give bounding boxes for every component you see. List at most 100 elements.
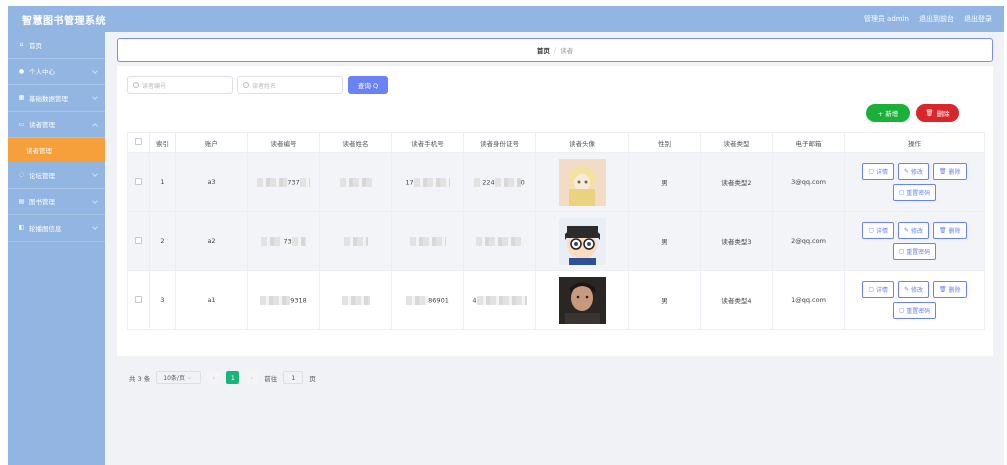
input-placeholder: 读者姓名	[252, 82, 277, 90]
cell-index: 2	[149, 211, 176, 271]
prev-page-button[interactable]: ‹	[207, 371, 221, 384]
delete-button[interactable]: 🗑 删除	[933, 163, 967, 180]
doc-icon: ▢	[898, 248, 905, 255]
avatar	[558, 158, 606, 206]
detail-button[interactable]: ▢ 详情	[862, 222, 895, 239]
col-header: 读者类型	[700, 132, 773, 153]
col-header: 读者编号	[247, 132, 320, 153]
cell-id-card: 4	[463, 270, 536, 330]
chevron-down-icon	[92, 171, 98, 177]
row-checkbox[interactable]	[127, 211, 150, 271]
cell-reader-name	[319, 270, 392, 330]
sidebar-item-forum[interactable]: ◌ 论坛管理	[8, 162, 105, 189]
sidebar-subitem-reader-manage[interactable]: 读者管理	[8, 138, 105, 162]
detail-button[interactable]: ▢ 详情	[862, 281, 895, 298]
goto-page-input[interactable]: 1	[283, 371, 304, 384]
breadcrumb: 首页 / 读者	[117, 38, 993, 62]
table-header-row: 索引 账户 读者编号 读者姓名 读者手机号 读者身份证号 读者头像 性别 读者类…	[127, 132, 985, 153]
page-size-select[interactable]: 10条/页 ⌄	[156, 371, 202, 384]
delete-button[interactable]: 🗑 删除	[933, 222, 967, 239]
sidebar-item-books[interactable]: ▤ 图书管理	[8, 189, 105, 215]
cell-ops: ▢ 详情 ✎ 修改 🗑 删除 ▢ 重置密码	[844, 270, 985, 330]
book-icon: ▤	[18, 197, 25, 205]
pencil-icon: ✎	[904, 227, 910, 234]
reset-password-button[interactable]: ▢ 重置密码	[892, 243, 937, 260]
sidebar-item-basic-data[interactable]: ▦ 基础数据管理	[8, 85, 105, 112]
select-all-checkbox[interactable]	[127, 132, 150, 153]
doc-icon: ▢	[868, 227, 875, 234]
col-header: 性别	[628, 132, 701, 153]
cell-reader-no: 737	[247, 152, 320, 212]
cell-account: a3	[175, 152, 248, 212]
avatar	[558, 217, 606, 265]
edit-button[interactable]: ✎ 修改	[898, 222, 929, 239]
breadcrumb-home[interactable]: 首页	[537, 45, 550, 55]
sidebar-item-profile[interactable]: ● 个人中心	[8, 59, 105, 85]
cell-phone: 17	[391, 152, 464, 212]
chevron-down-icon	[92, 94, 98, 100]
reader-table: 索引 账户 读者编号 读者姓名 读者手机号 读者身份证号 读者头像 性别 读者类…	[127, 132, 985, 330]
home-icon: ⌂	[19, 41, 24, 49]
sidebar-item-label: 基础数据管理	[29, 94, 68, 103]
row-checkbox[interactable]	[127, 152, 150, 212]
page-size-value: 10条/页	[163, 375, 185, 382]
sidebar: ⌂ 首页 ● 个人中心 ▦ 基础数据管理 ▭ 读者管理 读者管理 ◌ 论坛管理 ▤ 图书管理…	[8, 32, 105, 465]
reader-name-input[interactable]: 读者姓名	[237, 76, 343, 94]
pencil-icon: ✎	[904, 286, 910, 293]
table-row: 1 a3 737 17 224 0 男 读者类型2 3@qq.com ▢ 详情 …	[127, 152, 985, 212]
doc-icon: ▢	[868, 286, 875, 293]
col-header: 索引	[149, 132, 176, 153]
col-header: 读者身份证号	[463, 132, 536, 153]
edit-button[interactable]: ✎ 修改	[898, 281, 929, 298]
logout-link[interactable]: 退出登录	[964, 14, 992, 24]
sidebar-item-label: 读者管理	[26, 147, 52, 155]
chevron-down-icon	[92, 67, 98, 74]
back-to-front-link[interactable]: 退出到前台	[919, 14, 954, 24]
col-header: 操作	[844, 132, 985, 153]
col-header: 账户	[175, 132, 248, 153]
grid-icon: ▦	[18, 94, 25, 102]
cell-gender: 男	[628, 152, 701, 212]
col-header: 读者手机号	[391, 132, 464, 153]
sidebar-item-home[interactable]: ⌂ 首页	[8, 32, 105, 59]
cell-email: 1@qq.com	[772, 270, 845, 330]
next-page-button[interactable]: ›	[245, 371, 259, 384]
cell-index: 1	[149, 152, 176, 212]
reset-password-button[interactable]: ▢ 重置密码	[892, 302, 937, 319]
edit-button[interactable]: ✎ 修改	[898, 163, 929, 180]
col-header: 电子邮箱	[772, 132, 845, 153]
doc-icon: ▢	[868, 168, 875, 175]
chevron-down-icon: ⌄	[186, 374, 192, 381]
sidebar-item-readers[interactable]: ▭ 读者管理	[8, 112, 105, 138]
cell-ops: ▢ 详情 ✎ 修改 🗑 删除 ▢ 重置密码	[844, 211, 985, 271]
trash-icon: 🗑	[939, 168, 947, 175]
sidebar-item-label: 图书管理	[29, 198, 55, 207]
add-button[interactable]: + 新增	[866, 104, 910, 122]
cell-email: 3@qq.com	[772, 152, 845, 212]
reader-no-input[interactable]: 读者编号	[127, 76, 233, 94]
table-row: 2 a2 73 男 读者类型3 2@qq.com ▢ 详情 ✎ 修改 🗑 删除 …	[127, 211, 985, 271]
cell-email: 2@qq.com	[772, 211, 845, 271]
cell-type: 读者类型3	[700, 211, 773, 271]
delete-button[interactable]: 🗑 删除	[933, 281, 967, 298]
batch-delete-button[interactable]: 🗑 删除	[916, 104, 959, 122]
input-placeholder: 读者编号	[142, 82, 167, 90]
query-button[interactable]: 查询 Q	[348, 76, 388, 94]
cell-id-card: 224 0	[463, 152, 536, 212]
user-icon: ●	[18, 67, 25, 75]
reset-password-button[interactable]: ▢ 重置密码	[892, 184, 937, 201]
admin-label: 管理员 admin	[863, 15, 909, 23]
current-page[interactable]: 1	[226, 371, 240, 384]
search-icon	[133, 82, 139, 88]
cell-account: a2	[175, 211, 248, 271]
cell-type: 读者类型2	[700, 152, 773, 212]
main-content: 首页 / 读者 读者编号 读者姓名 查询 Q + 新增 🗑 删除 索引 账户 读者	[105, 32, 1004, 465]
id-card-icon: ▭	[18, 120, 25, 128]
col-header: 读者头像	[535, 132, 629, 153]
row-checkbox[interactable]	[127, 270, 150, 330]
chevron-down-icon	[92, 197, 98, 204]
sidebar-item-label: 轮播图信息	[29, 224, 62, 233]
sidebar-item-carousel[interactable]: ◧ 轮播图信息	[8, 215, 105, 242]
cell-reader-no: 9318	[247, 270, 320, 330]
detail-button[interactable]: ▢ 详情	[862, 163, 895, 180]
